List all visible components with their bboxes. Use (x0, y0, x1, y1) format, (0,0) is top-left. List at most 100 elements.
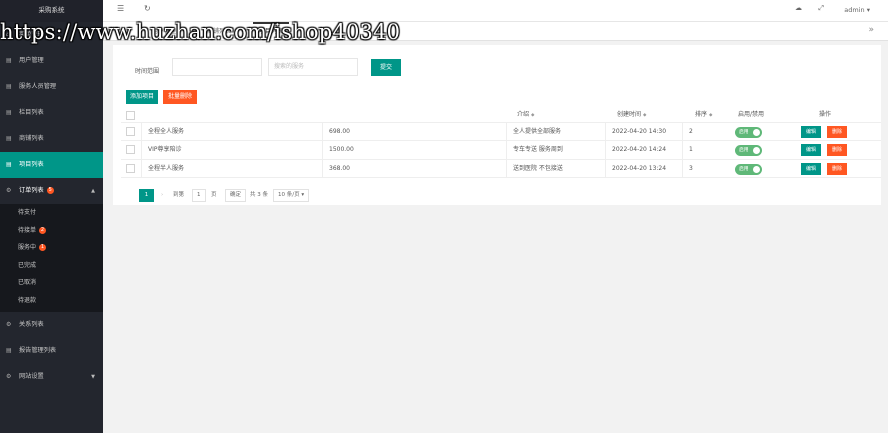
submenu-item-completed[interactable]: 已完成 (0, 257, 103, 275)
report-icon: ▤ (6, 346, 12, 354)
sidebar-item-reports[interactable]: ▤ 报告管理列表 (0, 338, 103, 364)
select-all-checkbox[interactable] (126, 111, 135, 120)
sidebar-item-shops[interactable]: ▤ 商铺列表 (0, 126, 103, 152)
submenu-label: 服务中 (18, 244, 37, 252)
sidebar-item-label: 菜单管理 (19, 31, 44, 38)
user-icon: ▤ (6, 57, 12, 64)
add-project-button[interactable]: 添加项目 (126, 90, 158, 104)
sidebar-item-relations[interactable]: ⚙ 关系列表 (0, 312, 103, 338)
submenu-item-pending[interactable]: 待接单 2 (0, 222, 103, 240)
header-intro[interactable]: 介绍 ◆ (511, 107, 534, 122)
gear-icon: ⚙ (6, 372, 12, 380)
total-count: 共 3 条 (250, 192, 268, 198)
pending-badge: 2 (39, 226, 47, 234)
fullscreen-icon[interactable]: ⤢ (818, 4, 824, 13)
row-intro: 专车专送 服务周到 (506, 141, 563, 159)
edit-button[interactable]: 编辑 (801, 144, 821, 157)
tab-projects[interactable]: 项目列表 (253, 22, 290, 41)
chevron-down-icon: ▼ (91, 373, 95, 380)
table-row: 全程半人服务 368.00 送到医院 不包接送 2022-04-20 13:24… (121, 159, 881, 179)
sidebar-item-staff[interactable]: ▤ 服务人员管理 (0, 74, 103, 100)
submenu-item-unpaid[interactable]: 待支付 (0, 204, 103, 222)
edit-button[interactable]: 编辑 (801, 162, 821, 175)
gear-icon: ⚙ (6, 187, 12, 194)
submenu-item-cancelled[interactable]: 已取消 (0, 274, 103, 292)
enable-toggle[interactable]: 启用 (735, 163, 762, 175)
row-created: 2022-04-20 14:30 (605, 123, 666, 141)
sidebar-item-label: 订单列表 (19, 187, 44, 194)
enable-toggle[interactable]: 启用 (735, 145, 762, 157)
hamburger-icon[interactable]: ☰ (117, 4, 124, 13)
submenu-item-in-service[interactable]: 服务中 1 (0, 239, 103, 257)
row-checkbox[interactable] (126, 145, 135, 155)
row-created: 2022-04-20 14:24 (605, 141, 666, 159)
row-intro: 送到医院 不包接送 (506, 159, 563, 178)
row-checkbox[interactable] (126, 163, 135, 173)
row-name: VIP尊享陪诊 (141, 141, 182, 159)
submenu-item-refund[interactable]: 待退款 (0, 292, 103, 310)
orders-submenu: 待支付 待接单 2 服务中 1 已完成 已取消 待退款 (0, 204, 103, 312)
gear-icon: ⚙ (6, 320, 12, 328)
row-name: 全程半人服务 (141, 159, 184, 178)
project-icon: ▤ (6, 161, 12, 168)
delete-button[interactable]: 删除 (827, 126, 847, 138)
goto-label: 到第 (173, 192, 185, 198)
sidebar-item-label: 项目列表 (19, 161, 44, 168)
main-content: 时间范围 搜索的服务 提交 添加项目 批量删除 介绍 ◆ 创建时间 ◆ 排序 ◆… (103, 41, 888, 433)
tab-users[interactable]: 用户管理 (152, 22, 176, 41)
header-enabled: 启用/禁用 (738, 111, 765, 118)
header-sort[interactable]: 排序 ◆ (689, 107, 712, 122)
search-input[interactable]: 搜索的服务 (268, 58, 358, 76)
submenu-label: 待退款 (18, 296, 37, 304)
next-page-icon[interactable]: › (161, 189, 163, 202)
orders-badge: 5 (46, 186, 54, 194)
delete-button[interactable]: 删除 (827, 162, 847, 175)
sidebar-logo: 采购系统 (0, 0, 103, 22)
home-icon: ⌂ (6, 31, 10, 38)
enable-toggle[interactable]: 启用 (735, 127, 762, 138)
sidebar: 采购系统 ⌂ 菜单管理 ▤ 用户管理 ▤ 服务人员管理 ▤ 栏目列表 ▤ 商铺列表 ▤ 项目… (0, 0, 103, 433)
page-current[interactable]: 1 (139, 189, 154, 202)
table-header-row: 介绍 ◆ 创建时间 ◆ 排序 ◆ 启用/禁用 操作 (121, 107, 881, 123)
row-checkbox[interactable] (126, 127, 135, 136)
sidebar-item-users[interactable]: ▤ 用户管理 (0, 48, 103, 74)
sidebar-item-label: 关系列表 (19, 320, 44, 328)
sidebar-item-label: 用户管理 (19, 57, 44, 64)
header-operations: 操作 (819, 111, 832, 118)
edit-button[interactable]: 编辑 (801, 126, 821, 138)
sidebar-item-projects[interactable]: ▤ 项目列表 (0, 152, 103, 178)
content-panel: 时间范围 搜索的服务 提交 添加项目 批量删除 介绍 ◆ 创建时间 ◆ 排序 ◆… (113, 45, 881, 205)
page-unit: 页 (211, 192, 217, 198)
row-price: 698.00 (322, 123, 350, 141)
sidebar-item-menu[interactable]: ⌂ 菜单管理 (0, 22, 103, 48)
row-created: 2022-04-20 13:24 (605, 159, 666, 178)
submenu-label: 已取消 (18, 279, 37, 287)
time-range-label: 时间范围 (135, 68, 160, 75)
goto-page-input[interactable]: 1 (192, 189, 206, 202)
submenu-label: 待支付 (18, 209, 37, 216)
sidebar-item-settings[interactable]: ⚙ 网站设置 ▼ (0, 364, 103, 390)
projects-table: 介绍 ◆ 创建时间 ◆ 排序 ◆ 启用/禁用 操作 全程全人服务 698.00 … (121, 107, 881, 179)
goto-confirm-button[interactable]: 确定 (225, 189, 247, 202)
tab-shops[interactable]: 商铺列表 (207, 22, 231, 41)
batch-delete-button[interactable]: 批量删除 (163, 90, 197, 104)
sidebar-item-label: 商铺列表 (19, 135, 44, 142)
row-price: 368.00 (322, 159, 350, 178)
sidebar-item-orders[interactable]: ⚙ 订单列表 5 ▲ (0, 178, 103, 204)
admin-menu[interactable]: admin ▾ (844, 6, 870, 14)
sidebar-item-columns[interactable]: ▤ 栏目列表 (0, 100, 103, 126)
row-intro: 全人提供全部服务 (506, 123, 561, 141)
header-created[interactable]: 创建时间 ◆ (611, 107, 646, 122)
in-service-badge: 1 (39, 244, 47, 252)
refresh-icon[interactable]: ↻ (144, 4, 151, 13)
start-date-input[interactable] (172, 58, 262, 76)
submit-button[interactable]: 提交 (371, 59, 401, 76)
page-size-select[interactable]: 10 条/页 ▾ (273, 189, 310, 202)
submenu-label: 待接单 (18, 226, 37, 234)
delete-button[interactable]: 删除 (827, 144, 847, 157)
theme-icon[interactable]: ☁ (795, 4, 802, 12)
row-sort: 2 (682, 123, 693, 141)
double-chevron-right-icon[interactable]: » (868, 25, 874, 35)
chevron-up-icon: ▲ (91, 188, 95, 194)
list-icon: ▤ (6, 109, 12, 116)
